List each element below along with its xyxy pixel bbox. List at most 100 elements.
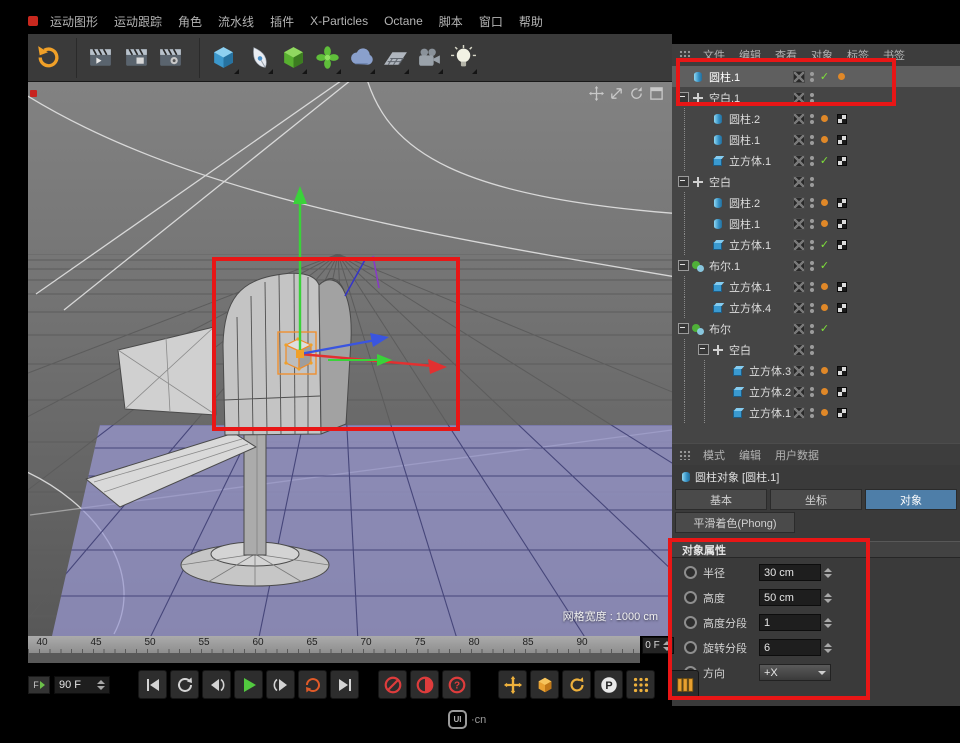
- check-tag[interactable]: [818, 154, 831, 167]
- menu-item[interactable]: 文件: [696, 47, 732, 63]
- layer-toggle-icon[interactable]: [793, 134, 805, 146]
- object-row[interactable]: 空白: [672, 171, 960, 192]
- ground-plane[interactable]: [52, 425, 672, 636]
- visibility-dots-icon[interactable]: [809, 387, 814, 397]
- visibility-dots-icon[interactable]: [809, 72, 814, 82]
- object-row[interactable]: 立方体.1: [672, 234, 960, 255]
- current-frame-field[interactable]: 90 F: [54, 676, 110, 694]
- visibility-dots-icon[interactable]: [809, 219, 814, 229]
- object-label[interactable]: 圆柱.2: [729, 111, 760, 127]
- visibility-dots-icon[interactable]: [809, 135, 814, 145]
- undo-button[interactable]: [30, 38, 64, 78]
- layer-toggle-icon[interactable]: [793, 407, 805, 419]
- record-rotation-button[interactable]: [562, 670, 591, 699]
- timeline-track[interactable]: [28, 653, 640, 663]
- object-label[interactable]: 圆柱.1: [729, 216, 760, 232]
- volume-builder-button[interactable]: [344, 38, 378, 78]
- layer-toggle-icon[interactable]: [793, 155, 805, 167]
- dot-tag[interactable]: [818, 406, 831, 419]
- layer-toggle-icon[interactable]: [793, 323, 805, 335]
- layer-toggle-icon[interactable]: [793, 71, 805, 83]
- menu-item[interactable]: 运动图形: [42, 13, 106, 30]
- mograph-cloner-button[interactable]: [310, 38, 344, 78]
- floor-button[interactable]: [378, 38, 412, 78]
- menu-item[interactable]: 用户数据: [768, 447, 826, 463]
- dot-tag[interactable]: [818, 280, 831, 293]
- menu-item[interactable]: 角色: [170, 13, 210, 30]
- object-row[interactable]: 圆柱.1: [672, 66, 960, 87]
- object-label[interactable]: 立方体.3: [749, 363, 791, 379]
- object-label[interactable]: 立方体.2: [749, 384, 791, 400]
- object-label[interactable]: 立方体.1: [729, 279, 771, 295]
- dot-tag[interactable]: [818, 112, 831, 125]
- record-scale-button[interactable]: [530, 670, 559, 699]
- goto-start-button[interactable]: [138, 670, 167, 699]
- viewport[interactable]: 网格宽度 : 1000 cm: [28, 82, 672, 636]
- property-value-field[interactable]: 6: [759, 639, 821, 656]
- layer-toggle-icon[interactable]: [793, 281, 805, 293]
- object-label[interactable]: 布尔.1: [709, 258, 740, 274]
- tex-tag[interactable]: [835, 301, 848, 314]
- play-button[interactable]: [234, 670, 263, 699]
- object-row[interactable]: 空白: [672, 339, 960, 360]
- menu-item[interactable]: 标签: [840, 47, 876, 63]
- value-stepper[interactable]: [824, 643, 832, 653]
- render-to-picture-viewer-button[interactable]: [119, 38, 153, 78]
- camera-button[interactable]: [412, 38, 446, 78]
- layer-toggle-icon[interactable]: [793, 344, 805, 356]
- visibility-dots-icon[interactable]: [809, 408, 814, 418]
- object-row[interactable]: 立方体.3: [672, 360, 960, 381]
- object-label[interactable]: 立方体.1: [749, 405, 791, 421]
- tex-tag[interactable]: [835, 154, 848, 167]
- viewport-canvas[interactable]: [28, 82, 672, 636]
- object-label[interactable]: 立方体.1: [729, 153, 771, 169]
- record-pla-button[interactable]: [626, 670, 655, 699]
- dot-tag[interactable]: [818, 364, 831, 377]
- object-row[interactable]: 立方体.4: [672, 297, 960, 318]
- expand-toggle-icon[interactable]: [678, 92, 689, 103]
- next-key-button[interactable]: [266, 670, 295, 699]
- tex-tag[interactable]: [835, 385, 848, 398]
- direction-dropdown[interactable]: +X: [759, 664, 831, 681]
- tab-phong[interactable]: 平滑着色(Phong): [675, 512, 795, 533]
- layer-toggle-icon[interactable]: [793, 218, 805, 230]
- object-row[interactable]: 圆柱.2: [672, 192, 960, 213]
- menu-item[interactable]: 帮助: [511, 13, 551, 30]
- render-active-view-button[interactable]: [76, 38, 119, 78]
- visibility-dots-icon[interactable]: [809, 177, 814, 187]
- end-frame-field[interactable]: 0 F: [642, 637, 674, 654]
- check-tag[interactable]: [818, 70, 831, 83]
- expand-toggle-icon[interactable]: [678, 323, 689, 334]
- object-label[interactable]: 圆柱.1: [709, 69, 740, 85]
- gizmo-center[interactable]: [296, 350, 304, 358]
- tab-basic[interactable]: 基本: [675, 489, 767, 510]
- tab-object[interactable]: 对象: [865, 489, 957, 510]
- render-settings-button[interactable]: [153, 38, 187, 78]
- layer-toggle-icon[interactable]: [793, 176, 805, 188]
- object-row[interactable]: 空白.1: [672, 87, 960, 108]
- expand-toggle-icon[interactable]: [678, 260, 689, 271]
- tex-tag[interactable]: [835, 112, 848, 125]
- menu-item[interactable]: 模式: [696, 447, 732, 463]
- menu-item[interactable]: 流水线: [210, 13, 262, 30]
- play-mode-button[interactable]: [170, 670, 199, 699]
- menu-item[interactable]: 窗口: [471, 13, 511, 30]
- visibility-dots-icon[interactable]: [809, 366, 814, 376]
- visibility-dots-icon[interactable]: [809, 282, 814, 292]
- layer-toggle-icon[interactable]: [793, 260, 805, 272]
- previous-key-button[interactable]: [202, 670, 231, 699]
- record-position-button[interactable]: [498, 670, 527, 699]
- tag-slot[interactable]: [818, 343, 831, 356]
- visibility-dots-icon[interactable]: [809, 240, 814, 250]
- property-value-field[interactable]: 1: [759, 614, 821, 631]
- keyframe-circle-icon[interactable]: [684, 566, 697, 579]
- tex-tag[interactable]: [835, 196, 848, 209]
- goto-end-button[interactable]: [330, 670, 359, 699]
- autokey-button[interactable]: [410, 670, 439, 699]
- dot-tag[interactable]: [818, 196, 831, 209]
- layer-toggle-icon[interactable]: [793, 386, 805, 398]
- subdivision-surface-button[interactable]: [276, 38, 310, 78]
- timeline-window-button[interactable]: [670, 670, 699, 699]
- zoom-view-icon[interactable]: [609, 86, 624, 101]
- tex-tag[interactable]: [835, 364, 848, 377]
